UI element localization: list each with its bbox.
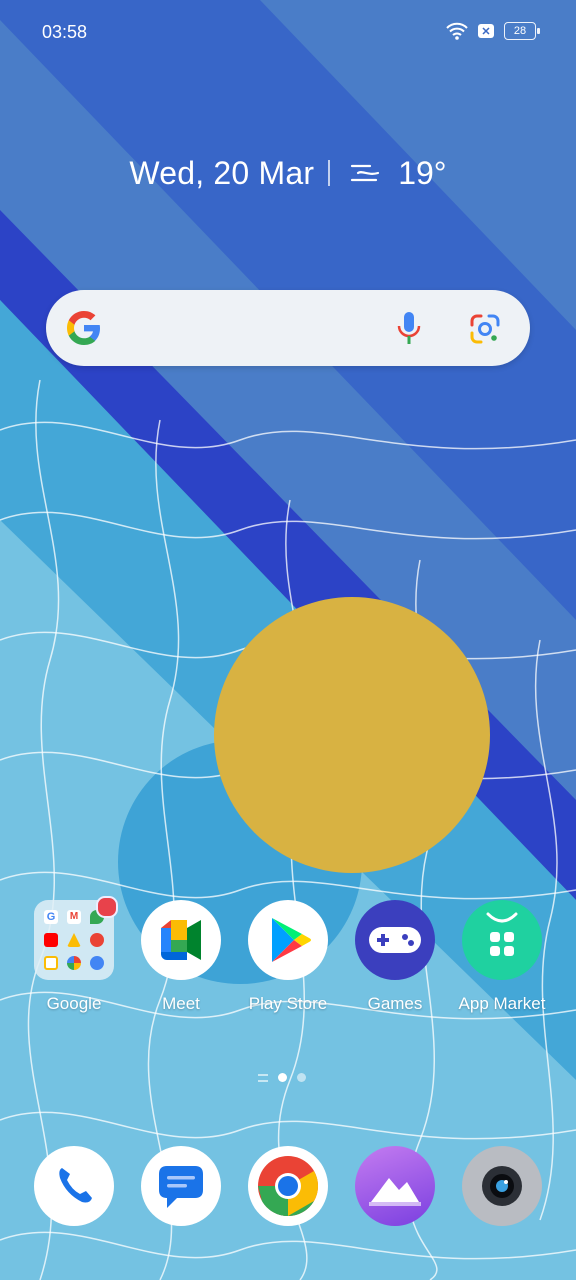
app-label: Google [46, 994, 102, 1013]
temperature-text[interactable]: 19° [398, 155, 446, 192]
meet-icon[interactable] [141, 900, 221, 980]
google-search-bar[interactable] [46, 290, 530, 366]
app-label: Games [367, 994, 423, 1013]
app-label: Play Store [248, 994, 328, 1013]
status-bar: 03:58 ✕ 28 [0, 0, 576, 64]
page-dot [297, 1073, 306, 1082]
status-time: 03:58 [42, 22, 88, 42]
google-logo-icon [67, 311, 100, 345]
status-icons: ✕ 28 [446, 22, 540, 40]
google-folder-icon[interactable]: G M [34, 896, 118, 980]
page-indicator [258, 1073, 306, 1082]
feed-page-indicator [258, 1073, 268, 1082]
microphone-icon[interactable] [396, 310, 422, 346]
google-lens-icon[interactable] [468, 312, 502, 346]
app-label: App Market [458, 994, 546, 1013]
app-google-folder[interactable]: G M Google [19, 896, 129, 1014]
games-icon[interactable] [355, 900, 435, 980]
date-weather-widget[interactable]: Wed, 20 Mar 19° [0, 148, 576, 198]
widget-divider [328, 160, 331, 186]
x-box-icon: ✕ [478, 24, 494, 38]
app-app-market[interactable]: App Market [447, 900, 557, 1014]
haze-icon [351, 164, 380, 182]
app-play-store[interactable]: Play Store [233, 900, 343, 1014]
date-text[interactable]: Wed, 20 Mar [129, 155, 314, 192]
camera-icon[interactable] [462, 1146, 542, 1226]
play-store-icon[interactable] [248, 900, 328, 980]
notification-badge [96, 896, 118, 918]
wifi-icon [446, 22, 468, 40]
battery-level: 28 [513, 25, 527, 37]
app-games[interactable]: Games [340, 900, 450, 1014]
gallery-icon[interactable] [355, 1146, 435, 1226]
messages-icon[interactable] [141, 1146, 221, 1226]
app-meet[interactable]: Meet [126, 900, 236, 1014]
app-market-icon[interactable] [462, 900, 542, 980]
battery-icon: 28 [504, 22, 540, 40]
phone-icon[interactable] [34, 1146, 114, 1226]
app-label: Meet [162, 994, 200, 1013]
chrome-icon[interactable] [248, 1146, 328, 1226]
page-dot-active [278, 1073, 287, 1082]
